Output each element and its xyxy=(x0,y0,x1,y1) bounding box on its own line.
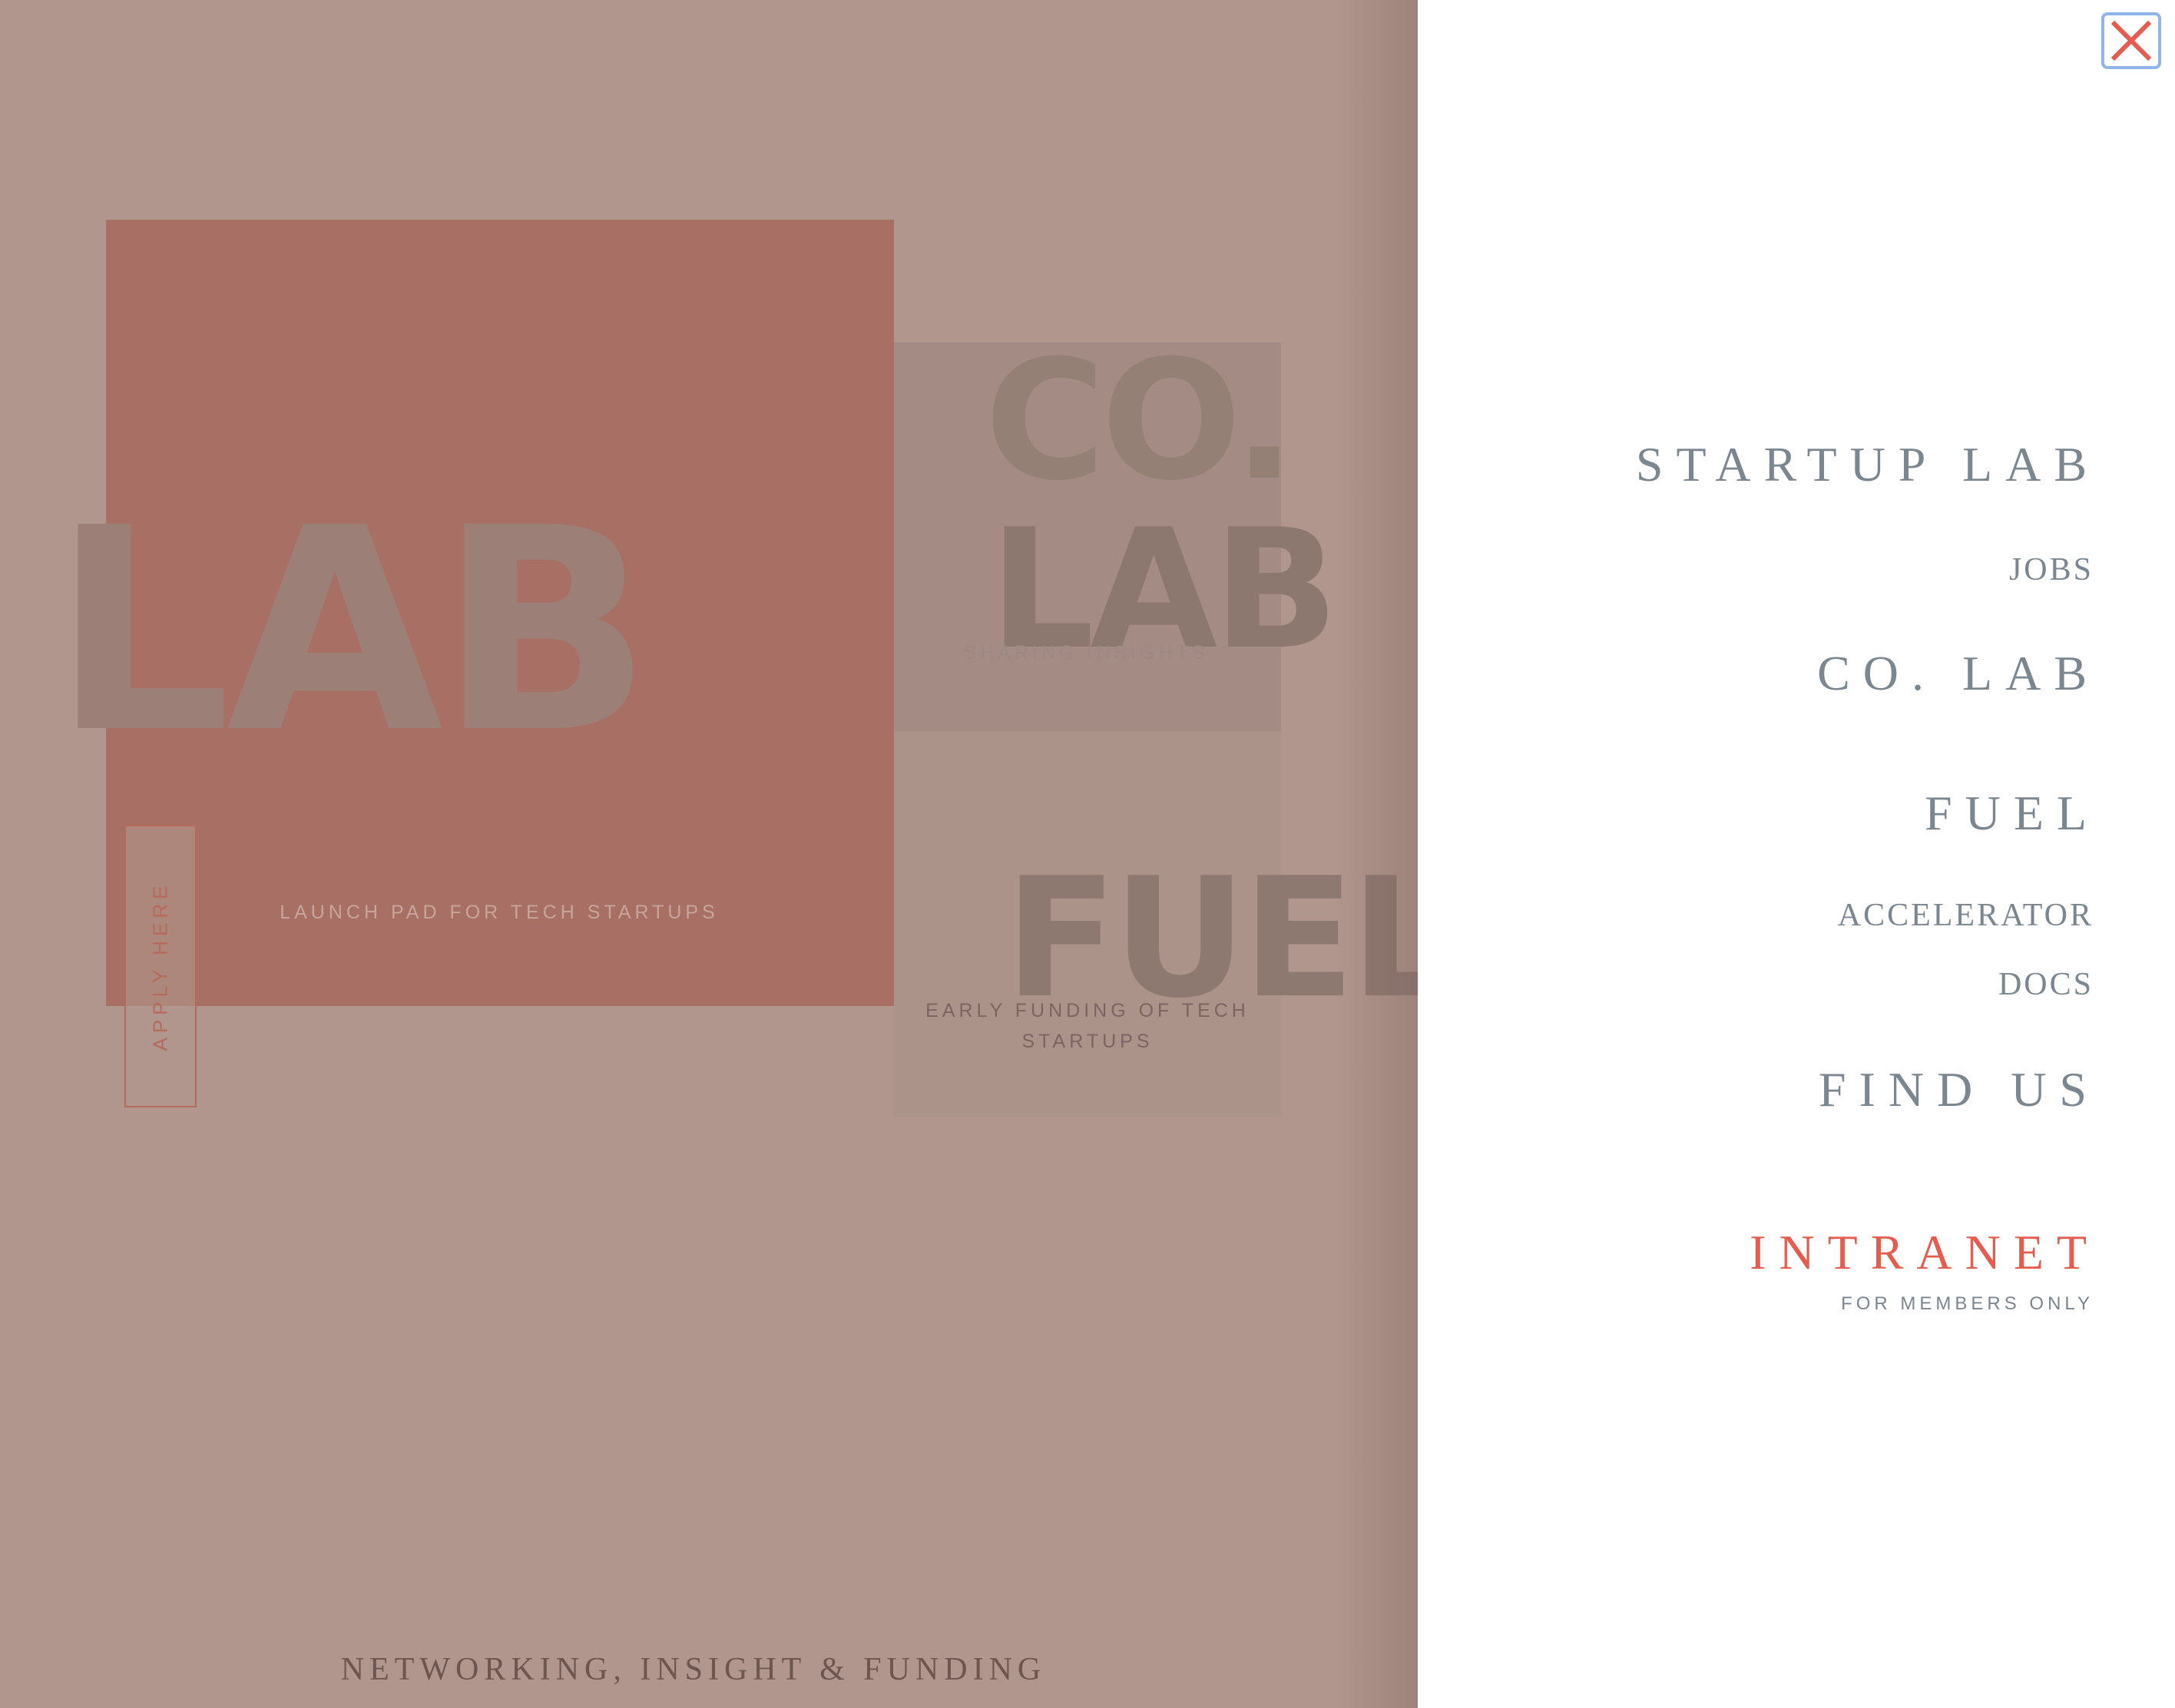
menu-item-jobs[interactable]: JOBS xyxy=(2009,551,2094,588)
tagline: NETWORKING, INSIGHT & FUNDING xyxy=(340,1652,1047,1687)
menu-item-accelerator[interactable]: ACCELERATOR xyxy=(1838,897,2094,934)
menu-item-fuel[interactable]: FUEL xyxy=(1925,785,2100,842)
menu-item-startup-lab[interactable]: STARTUP LAB xyxy=(1636,436,2100,493)
close-icon xyxy=(2110,20,2152,61)
menu-item-colab[interactable]: CO. LAB xyxy=(1817,645,2100,702)
lab-heading: LAB xyxy=(52,468,652,795)
menu-item-intranet[interactable]: INTRANET xyxy=(1750,1224,2100,1281)
close-menu-button[interactable] xyxy=(2101,12,2161,69)
colab-caption: SHARING INSIGHTS xyxy=(963,642,1209,664)
background-page: LAB LAUNCH PAD FOR TECH STARTUPS APPLY H… xyxy=(0,0,1418,1708)
side-menu: STARTUP LAB JOBS CO. LAB FUEL ACCELERATO… xyxy=(1418,0,2175,1708)
apply-here-label: APPLY HERE xyxy=(148,881,172,1051)
colab-heading-top: CO. xyxy=(985,324,1296,517)
apply-here-button[interactable]: APPLY HERE xyxy=(124,825,197,1107)
lab-caption: LAUNCH PAD FOR TECH STARTUPS xyxy=(280,902,719,923)
menu-item-find-us[interactable]: FIND US xyxy=(1819,1061,2100,1118)
intranet-note: FOR MEMBERS ONLY xyxy=(1841,1293,2094,1314)
menu-item-docs[interactable]: DOCS xyxy=(1998,966,2094,1003)
fuel-caption: EARLY FUNDING OF TECH STARTUPS xyxy=(925,1000,1250,1052)
